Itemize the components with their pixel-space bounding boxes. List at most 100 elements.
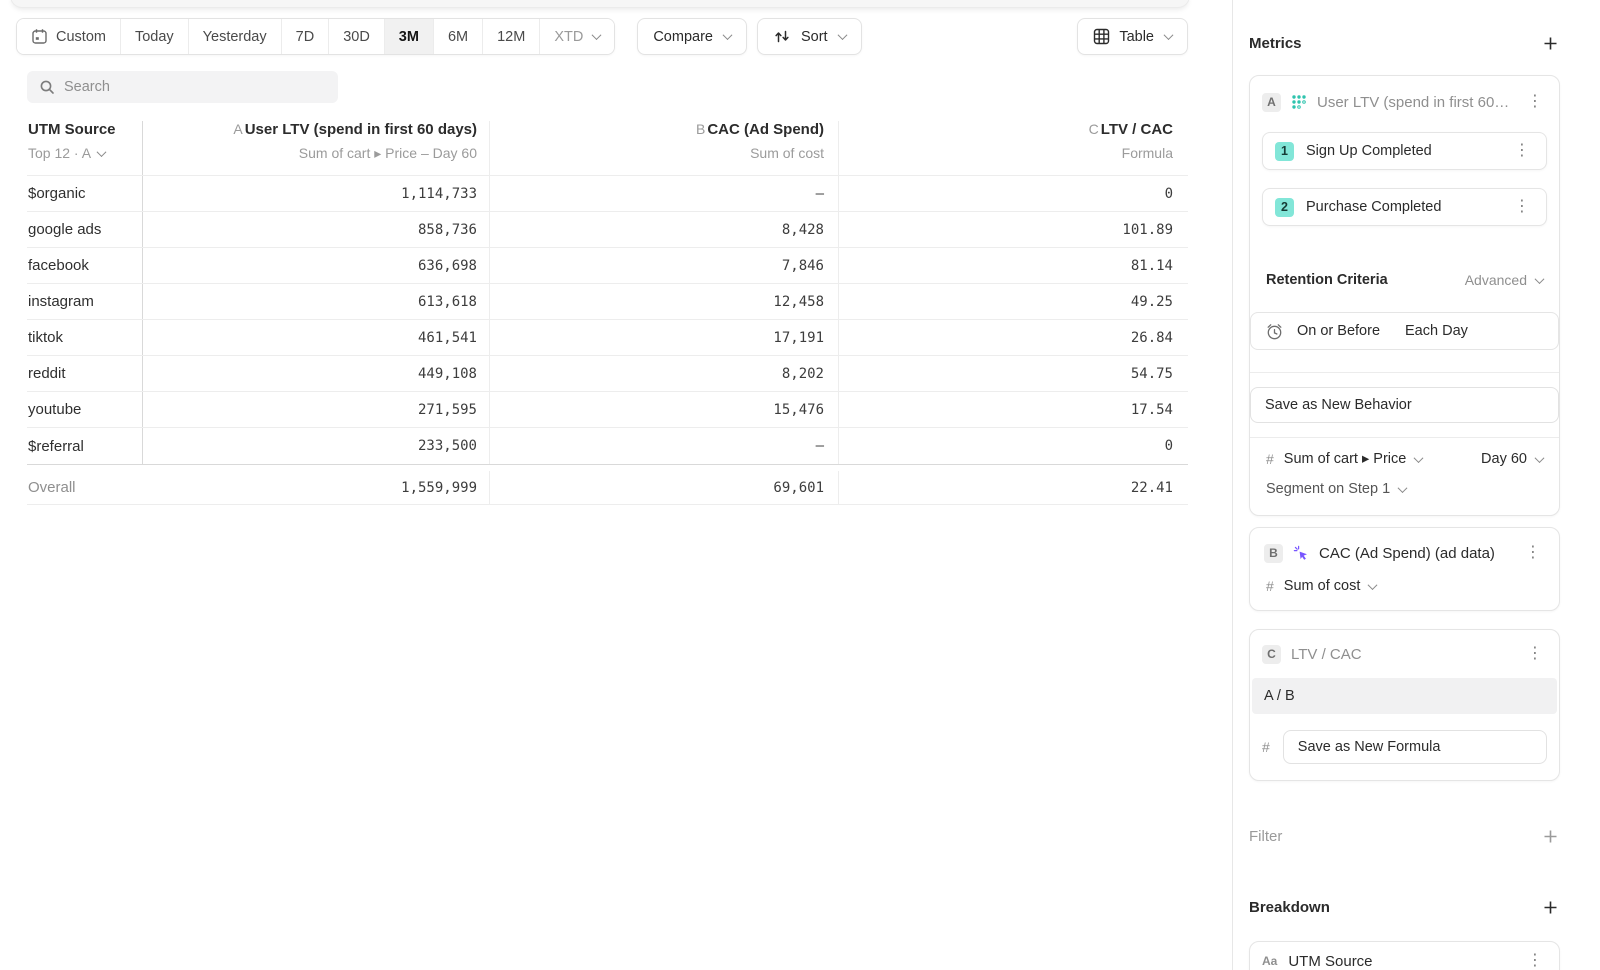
analytics-app: Custom Today Yesterday <box>0 0 1600 970</box>
metric-a-title: User LTV (spend in first 60 da... <box>1317 94 1513 111</box>
results-table: UTM Source Top 12 · A AUser LTV (spend i… <box>27 115 1188 505</box>
string-property-icon: Aa <box>1262 954 1277 968</box>
table-row[interactable]: $referral 233,500 – 0 <box>27 428 1188 464</box>
aggregation-window-dropdown[interactable]: Day 60 <box>1481 451 1543 467</box>
metric-card-a: A User LTV (spend in first 60 da... <box>1249 75 1560 516</box>
date-range-button[interactable]: 6M <box>433 19 482 54</box>
metric-b-header[interactable]: B CAC (Ad Spend) (ad data) <box>1264 542 1545 564</box>
sort-label: Sort <box>801 29 828 45</box>
plus-icon <box>1543 829 1558 844</box>
kebab-menu-icon[interactable] <box>1521 543 1545 563</box>
cell-cac: 15,476 <box>490 392 839 427</box>
kebab-menu-icon[interactable] <box>1523 951 1547 970</box>
kebab-menu-icon[interactable] <box>1510 141 1534 161</box>
aggregation-property-dropdown[interactable]: Sum of cost <box>1284 578 1377 594</box>
cell-ltv-cac: 81.14 <box>839 248 1188 283</box>
date-range-button[interactable]: 12M <box>482 19 539 54</box>
save-as-new-formula-button[interactable]: Save as New Formula <box>1283 730 1547 764</box>
retention-timing-card[interactable]: On or Before Each Day <box>1250 312 1559 350</box>
table-body: $organic 1,114,733 – 0 google ads 858,73… <box>27 176 1188 465</box>
step-event-label: Sign Up Completed <box>1306 143 1498 159</box>
funnel-step[interactable]: 2 Purchase Completed <box>1262 188 1547 226</box>
date-range-button[interactable]: XTD <box>539 19 614 54</box>
chevron-down-icon <box>723 30 733 40</box>
formula-input[interactable]: A / B <box>1252 678 1557 714</box>
date-range-label: Today <box>135 29 174 45</box>
row-label: $referral <box>27 428 143 464</box>
date-range-label: XTD <box>554 29 583 45</box>
date-range-label: 3M <box>399 29 419 45</box>
cell-cac: 8,428 <box>490 212 839 247</box>
date-range-button[interactable]: 30D <box>328 19 384 54</box>
date-range-button[interactable]: Today <box>120 19 188 54</box>
formula-save-row: Save as New Formula <box>1262 730 1547 764</box>
metric-c-header[interactable]: C LTV / CAC <box>1252 642 1557 666</box>
metric-b-badge: B <box>1264 544 1283 563</box>
compare-button[interactable]: Compare <box>637 18 747 55</box>
plus-icon <box>1543 900 1558 915</box>
cell-ltv-cac: 17.54 <box>839 392 1188 427</box>
cell-ltv-cac: 0 <box>839 428 1188 464</box>
cell-cac: 17,191 <box>490 320 839 355</box>
breakdown-property-label: UTM Source <box>1288 953 1512 970</box>
chevron-down-icon <box>1164 30 1174 40</box>
breakdown-column-title: UTM Source <box>28 121 142 138</box>
step-number-badge: 2 <box>1275 198 1294 217</box>
step-number-badge: 1 <box>1275 142 1294 161</box>
add-filter-button[interactable] <box>1541 827 1560 846</box>
metric-column-header[interactable]: BCAC (Ad Spend) Sum of cost <box>490 121 839 175</box>
breakdown-column-header[interactable]: UTM Source Top 12 · A <box>27 121 143 175</box>
table-row[interactable]: reddit 449,108 8,202 54.75 <box>27 356 1188 392</box>
search-input[interactable] <box>64 79 326 95</box>
kebab-menu-icon[interactable] <box>1523 644 1547 664</box>
table-row[interactable]: youtube 271,595 15,476 17.54 <box>27 392 1188 428</box>
compare-label: Compare <box>653 29 713 45</box>
overall-ltv-cac: 22.41 <box>839 471 1188 504</box>
metric-column-subtitle: Sum of cost <box>750 145 824 161</box>
numeric-type-icon <box>1266 451 1274 467</box>
add-breakdown-button[interactable] <box>1541 898 1560 917</box>
date-range-button[interactable]: Custom <box>17 19 120 54</box>
aggregation-property-dropdown[interactable]: Sum of cart ▸ Price <box>1284 451 1423 467</box>
view-type-label: Table <box>1119 29 1154 45</box>
date-range-button[interactable]: Yesterday <box>188 19 281 54</box>
kebab-menu-icon[interactable] <box>1510 197 1534 217</box>
add-metric-button[interactable] <box>1541 34 1560 53</box>
cell-user-ltv: 1,114,733 <box>143 176 490 211</box>
save-as-new-behavior-button[interactable]: Save as New Behavior <box>1250 387 1559 423</box>
cell-ltv-cac: 101.89 <box>839 212 1188 247</box>
date-range-button[interactable]: 3M <box>384 19 433 54</box>
query-builder-panel: Metrics A User LTV (spend in first 60 da… <box>1232 0 1600 970</box>
metric-column-title: User LTV (spend in first 60 days) <box>245 121 477 138</box>
table-row[interactable]: google ads 858,736 8,428 101.89 <box>27 212 1188 248</box>
view-type-button[interactable]: Table <box>1077 18 1188 55</box>
row-label: reddit <box>27 356 143 391</box>
table-row[interactable]: tiktok 461,541 17,191 26.84 <box>27 320 1188 356</box>
metric-c-badge: C <box>1262 645 1281 664</box>
cell-cac: 12,458 <box>490 284 839 319</box>
metric-a-header[interactable]: A User LTV (spend in first 60 da... <box>1250 86 1559 118</box>
breakdown-section-header: Breakdown <box>1249 898 1560 917</box>
sort-button[interactable]: Sort <box>757 18 862 55</box>
metric-column-header[interactable]: AUser LTV (spend in first 60 days) Sum o… <box>143 121 490 175</box>
kebab-menu-icon[interactable] <box>1523 92 1547 112</box>
aggregation-window-label: Day 60 <box>1481 451 1527 467</box>
aggregation-property-label: Sum of cart ▸ Price <box>1284 451 1407 467</box>
cell-ltv-cac: 0 <box>839 176 1188 211</box>
metric-key-label: B <box>696 121 705 137</box>
funnel-step[interactable]: 1 Sign Up Completed <box>1262 132 1547 170</box>
date-range-button[interactable]: 7D <box>281 19 329 54</box>
metric-column-header[interactable]: CLTV / CAC Formula <box>839 121 1188 175</box>
overall-cac: 69,601 <box>490 471 839 504</box>
table-row[interactable]: instagram 613,618 12,458 49.25 <box>27 284 1188 320</box>
date-range-picker: Custom Today Yesterday <box>16 18 615 55</box>
table-row[interactable]: facebook 636,698 7,846 81.14 <box>27 248 1188 284</box>
breakdown-item[interactable]: Aa UTM Source <box>1249 941 1560 970</box>
segment-on-step-dropdown[interactable]: Segment on Step 1 <box>1266 481 1406 497</box>
advanced-dropdown[interactable]: Advanced <box>1465 272 1543 288</box>
funnel-steps: 1 Sign Up Completed 2 Purchase Completed <box>1250 132 1559 226</box>
chevron-down-icon <box>1535 453 1545 463</box>
report-main-area: Custom Today Yesterday <box>0 0 1232 970</box>
table-row[interactable]: $organic 1,114,733 – 0 <box>27 176 1188 212</box>
calendar-icon <box>31 28 48 45</box>
